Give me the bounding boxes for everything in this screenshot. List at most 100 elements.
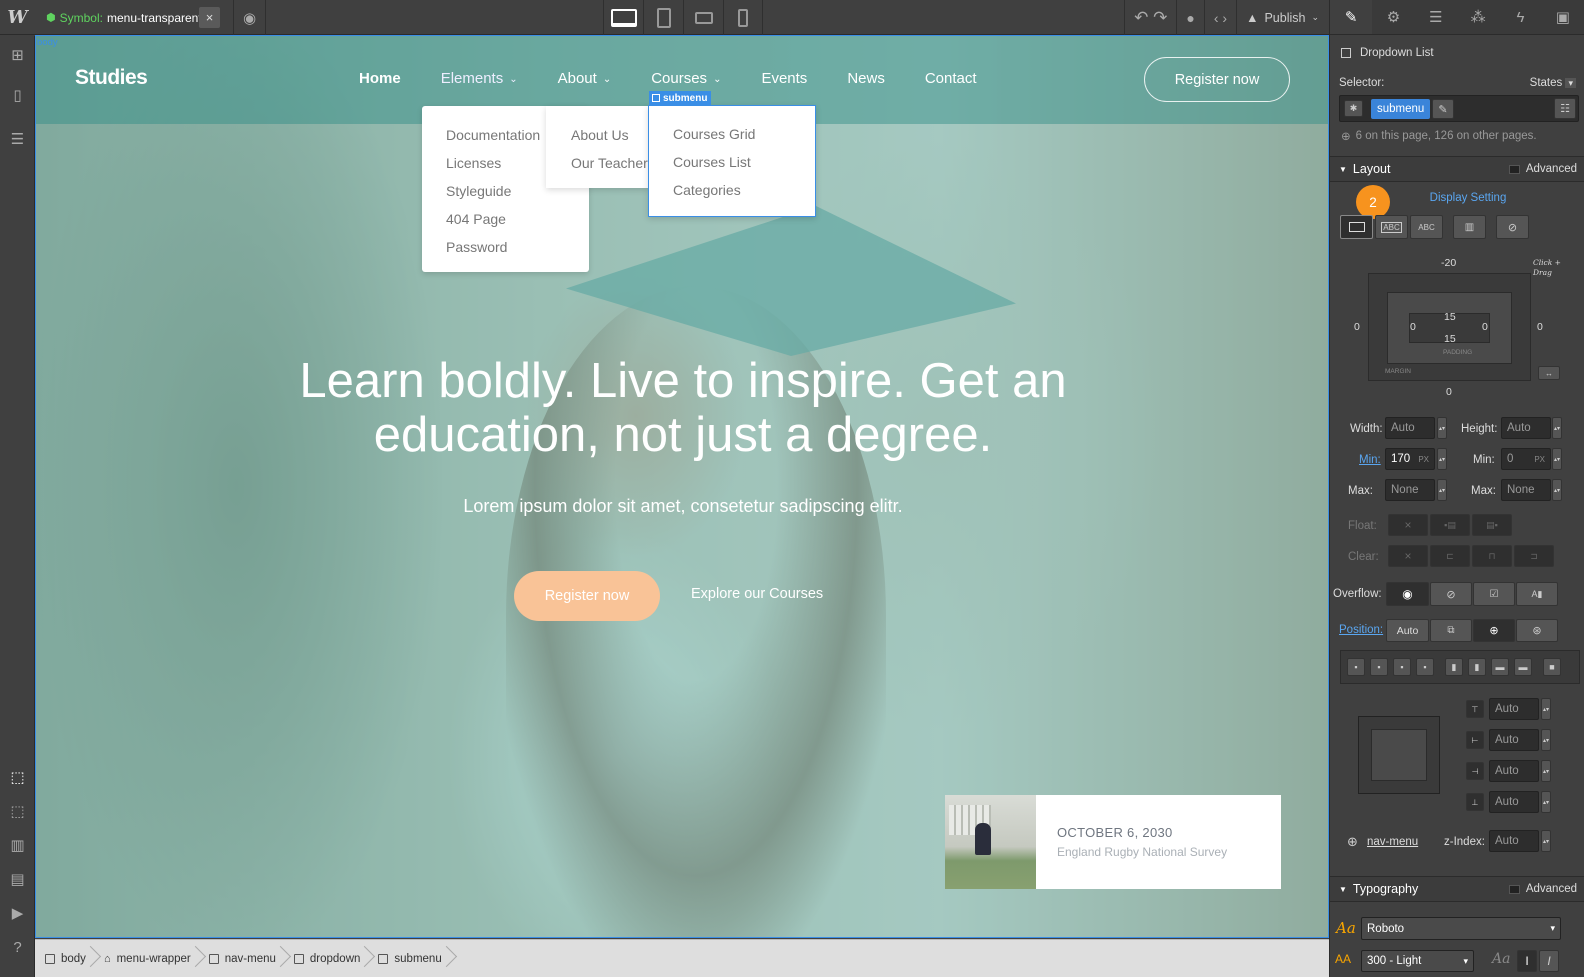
- layout-section-header[interactable]: ▼ Layout Advanced: [1330, 156, 1584, 182]
- style-manager-icon[interactable]: ⁂: [1457, 0, 1499, 34]
- margin-left-value[interactable]: 0: [1354, 321, 1360, 333]
- preset-top-left-icon[interactable]: ▪: [1347, 658, 1365, 676]
- display-block-button[interactable]: [1340, 215, 1373, 239]
- position-auto-button[interactable]: Auto: [1386, 619, 1429, 642]
- comments-icon[interactable]: ●: [1176, 0, 1203, 35]
- video-tutorials-icon[interactable]: ▶: [0, 898, 35, 928]
- min-width-label[interactable]: Min:: [1359, 454, 1381, 466]
- selector-asterisk-icon[interactable]: ✱: [1344, 100, 1363, 117]
- symbol-indicator[interactable]: ⬢ Symbol: menu-transparent: [38, 5, 210, 30]
- padding-bottom-value[interactable]: 15: [1444, 333, 1456, 345]
- selector-field[interactable]: ✱ submenu ✎ ☷: [1339, 95, 1579, 122]
- layout-advanced-toggle[interactable]: Advanced: [1508, 163, 1577, 175]
- cms-database-icon[interactable]: ☰: [0, 124, 35, 154]
- navigator-icon[interactable]: ☰: [1415, 0, 1457, 34]
- width-stepper[interactable]: ▴▾: [1437, 417, 1447, 439]
- height-stepper[interactable]: ▴▾: [1552, 417, 1562, 439]
- top-offset-stepper[interactable]: ▴▾: [1541, 698, 1551, 720]
- zindex-input[interactable]: Auto: [1489, 830, 1539, 852]
- preset-full-icon[interactable]: ■: [1543, 658, 1561, 676]
- relative-to-link[interactable]: nav-menu: [1367, 836, 1418, 848]
- overflow-scroll-icon[interactable]: ☑: [1473, 582, 1515, 606]
- display-setting-label[interactable]: Display Setting: [1413, 192, 1523, 204]
- submenu-selection-tag[interactable]: submenu: [649, 91, 712, 105]
- register-now-nav-button[interactable]: Register now: [1144, 57, 1290, 102]
- close-symbol-button[interactable]: ×: [199, 7, 220, 28]
- padding-left-value[interactable]: 0: [1410, 321, 1416, 333]
- typography-advanced-toggle[interactable]: Advanced: [1508, 883, 1577, 895]
- display-inline-button[interactable]: ABC: [1410, 215, 1443, 239]
- padding-right-value[interactable]: 0: [1482, 321, 1488, 333]
- selector-class-chip[interactable]: submenu: [1371, 99, 1431, 119]
- interactions-icon[interactable]: ϟ: [1499, 0, 1541, 34]
- dropdown-link[interactable]: Our Teacher: [571, 149, 649, 177]
- padding-box[interactable]: PADDING: [1387, 292, 1512, 364]
- register-now-hero-button[interactable]: Register now: [514, 571, 660, 621]
- margin-box[interactable]: PADDING MARGIN: [1368, 273, 1531, 381]
- min-width-stepper[interactable]: ▴▾: [1437, 448, 1447, 470]
- add-elements-icon[interactable]: ⊞: [0, 40, 35, 70]
- height-input[interactable]: Auto: [1501, 417, 1551, 439]
- display-inline-block-button[interactable]: ABC: [1375, 215, 1408, 239]
- breadcrumb-submenu[interactable]: submenu: [374, 940, 455, 977]
- dropdown-link[interactable]: About Us: [571, 121, 649, 149]
- float-left-button[interactable]: ▪▤: [1430, 514, 1470, 536]
- position-relative-icon[interactable]: ⧉: [1430, 619, 1472, 642]
- dropdown-link[interactable]: Password: [446, 233, 589, 261]
- preset-top-right-icon[interactable]: ▪: [1370, 658, 1388, 676]
- preset-bottom-left-icon[interactable]: ▪: [1393, 658, 1411, 676]
- grid-overlay-icon[interactable]: ▥: [0, 830, 35, 860]
- font-weight-select[interactable]: 300 - Light ▾: [1361, 950, 1474, 972]
- nav-link-home[interactable]: Home: [359, 70, 401, 87]
- brand-logo[interactable]: Studies: [75, 66, 148, 90]
- pages-icon[interactable]: ▯: [0, 80, 35, 110]
- courses-dropdown-list[interactable]: Courses Grid Courses List Categories: [648, 105, 816, 217]
- nav-link-about[interactable]: About ⌄: [558, 70, 612, 87]
- max-height-input[interactable]: None: [1501, 479, 1551, 501]
- nav-link-events[interactable]: Events: [761, 70, 807, 87]
- min-width-input[interactable]: 170 PX: [1385, 448, 1435, 470]
- left-offset-stepper[interactable]: ▴▾: [1541, 729, 1551, 751]
- position-absolute-icon[interactable]: ⊕: [1473, 619, 1515, 642]
- overflow-visible-eye-icon[interactable]: ◉: [1386, 582, 1429, 606]
- right-offset-input[interactable]: Auto: [1489, 760, 1539, 782]
- margin-top-value[interactable]: -20: [1441, 257, 1456, 269]
- event-card[interactable]: OCTOBER 6, 2030 England Rugby National S…: [945, 795, 1281, 889]
- zindex-stepper[interactable]: ▴▾: [1541, 830, 1551, 852]
- right-offset-stepper[interactable]: ▴▾: [1541, 760, 1551, 782]
- font-style-italic-icon[interactable]: I: [1539, 950, 1559, 972]
- select-element-icon[interactable]: ⬚: [0, 762, 35, 792]
- nav-link-contact[interactable]: Contact: [925, 70, 977, 87]
- breadcrumb-dropdown[interactable]: dropdown: [290, 940, 375, 977]
- code-export-icon[interactable]: ‹ ›: [1203, 0, 1236, 35]
- display-none-button[interactable]: ⊘: [1496, 215, 1529, 239]
- edit-pencil-icon[interactable]: ✎: [1432, 99, 1454, 119]
- max-height-stepper[interactable]: ▴▾: [1552, 479, 1562, 501]
- font-style-normal-icon[interactable]: I: [1517, 950, 1537, 972]
- explore-courses-link[interactable]: Explore our Courses: [691, 586, 823, 602]
- float-right-button[interactable]: ▤▪: [1472, 514, 1512, 536]
- dropdown-link[interactable]: 404 Page: [446, 205, 589, 233]
- preset-right-icon[interactable]: ▮: [1468, 658, 1486, 676]
- max-width-input[interactable]: None: [1385, 479, 1435, 501]
- breadcrumb-body[interactable]: body: [41, 940, 100, 977]
- hero-subtitle[interactable]: Lorem ipsum dolor sit amet, consetetur s…: [36, 496, 1328, 517]
- margin-right-value[interactable]: 0: [1537, 321, 1543, 333]
- style-brush-icon[interactable]: ✎: [1330, 0, 1373, 34]
- settings-gear-icon[interactable]: ⚙: [1372, 0, 1414, 34]
- preset-top-icon[interactable]: ▬: [1514, 658, 1532, 676]
- selector-menu-icon[interactable]: ☷: [1554, 98, 1576, 119]
- nav-link-news[interactable]: News: [847, 70, 885, 87]
- min-height-stepper[interactable]: ▴▾: [1552, 448, 1562, 470]
- landscape-view-button[interactable]: [683, 0, 723, 35]
- body-selection-tag[interactable]: body: [37, 37, 58, 48]
- nav-link-courses[interactable]: Courses ⌄: [651, 70, 721, 87]
- breadcrumb-menu-wrapper[interactable]: ⌂ menu-wrapper: [100, 940, 205, 977]
- position-offset-box[interactable]: [1358, 716, 1440, 794]
- nav-link-elements[interactable]: Elements ⌄: [441, 70, 518, 87]
- float-none-button[interactable]: ×: [1388, 514, 1428, 536]
- clear-right-button[interactable]: ⊐: [1514, 545, 1554, 567]
- bottom-offset-input[interactable]: Auto: [1489, 791, 1539, 813]
- clear-left-button[interactable]: ⊏: [1430, 545, 1470, 567]
- preset-bottom-icon[interactable]: ▬: [1491, 658, 1509, 676]
